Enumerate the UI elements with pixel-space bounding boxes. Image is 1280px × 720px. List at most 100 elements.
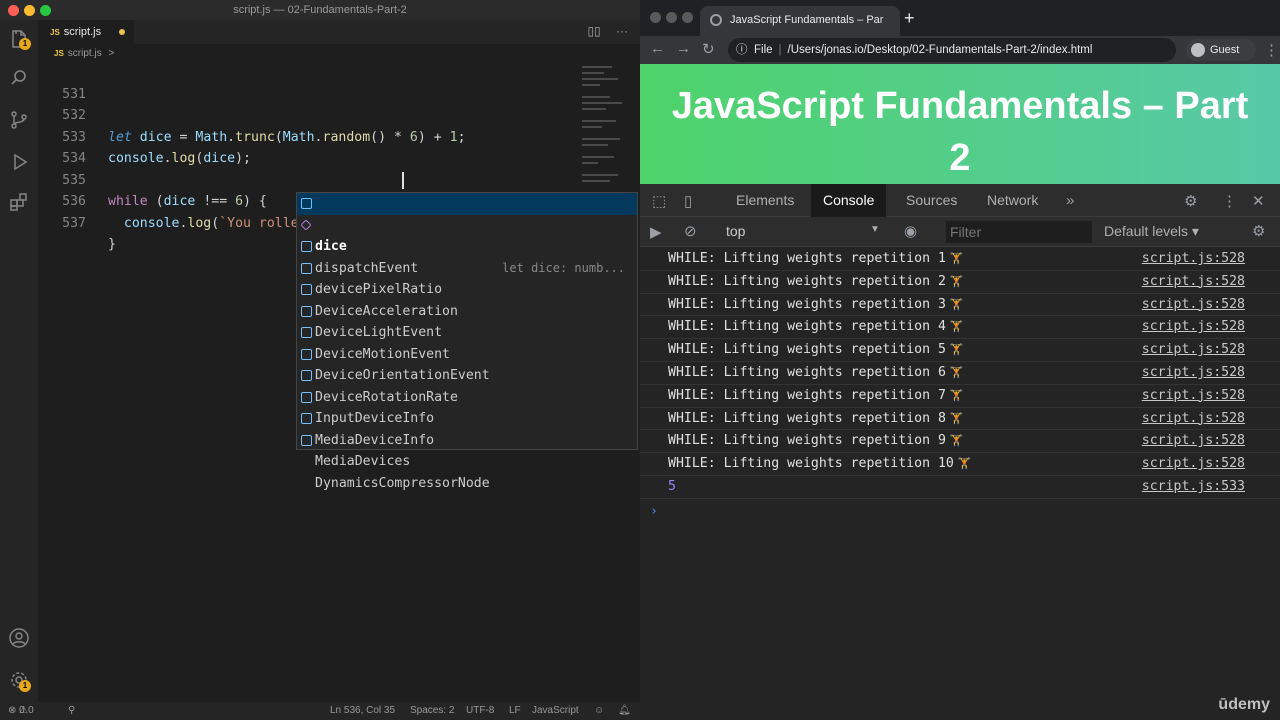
console-settings-gear-icon[interactable]: ⚙ (1252, 222, 1265, 240)
tab-script-js[interactable]: JS script.js (38, 20, 134, 44)
close-window-button[interactable] (8, 5, 19, 16)
unsaved-dot-icon[interactable] (119, 29, 125, 35)
log-levels-label: Default levels (1104, 223, 1189, 239)
menu-icon[interactable]: ⋮ (1264, 41, 1279, 59)
variable-icon (301, 198, 312, 209)
activity-bar: 1 1 (0, 20, 38, 702)
suggestion-item[interactable]: DeviceOrientationEvent (297, 322, 637, 383)
new-tab-button[interactable]: + (904, 8, 915, 29)
log-levels-dropdown[interactable]: Default levels ▾ (1104, 223, 1199, 240)
more-tabs-icon[interactable]: » (1066, 192, 1074, 209)
address-bar[interactable]: ⓘ File |/Users/jonas.io/Desktop/02-Fundam… (728, 38, 1176, 62)
suggestion-item[interactable]: DynamicsCompressorNode (297, 430, 637, 491)
source-link[interactable]: script.js:528 (1142, 273, 1245, 291)
message-body: WHILE: Lifting weights repetition 2 (668, 273, 946, 289)
minimize-window-button[interactable] (24, 5, 35, 16)
warning-count: 0 (28, 705, 34, 716)
error-count: 0 (19, 705, 25, 716)
breadcrumb-file[interactable]: script.js (68, 48, 102, 59)
run-debug-icon[interactable] (7, 150, 31, 174)
code-line: 536 console.log(`You rolled a ${dice}`) (38, 170, 578, 231)
device-toolbar-icon[interactable]: ▯ (684, 192, 692, 210)
settings-gear-icon[interactable]: ⚙ (1184, 192, 1197, 210)
line-endings[interactable]: LF (509, 702, 521, 720)
suggestion-item[interactable]: MediaDeviceInfo (297, 387, 637, 448)
source-link[interactable]: script.js:528 (1142, 410, 1245, 428)
source-link[interactable]: script.js:528 (1142, 364, 1245, 382)
browser-toolbar: ← → ↻ ⓘ File |/Users/jonas.io/Desktop/02-… (640, 36, 1280, 64)
minimize-window-button[interactable] (666, 12, 677, 23)
problems-indicator[interactable]: ⊗ 0 ⚠ 0 (8, 702, 34, 720)
notifications-icon[interactable]: 🔔︎ (618, 702, 631, 720)
accounts-icon[interactable] (7, 626, 31, 650)
profile-button[interactable]: Guest (1186, 39, 1256, 61)
suggestion-item[interactable]: DeviceRotationRate (297, 344, 637, 405)
more-actions-icon[interactable]: ··· (616, 24, 628, 38)
source-link[interactable]: script.js:528 (1142, 455, 1245, 473)
suggestion-item[interactable]: DeviceMotionEvent (297, 301, 637, 362)
breadcrumb-separator: > (108, 48, 115, 59)
variable-icon (301, 413, 312, 424)
tab-elements[interactable]: Elements (724, 184, 806, 217)
tab-network[interactable]: Network (975, 184, 1050, 217)
message-number: 5 (668, 479, 676, 494)
source-link[interactable]: script.js:528 (1142, 387, 1245, 405)
reload-icon[interactable]: ↻ (702, 40, 715, 58)
maximize-window-button[interactable] (40, 5, 51, 16)
source-link[interactable]: script.js:528 (1142, 250, 1245, 268)
source-link[interactable]: script.js:528 (1142, 432, 1245, 450)
live-share-icon[interactable]: ⚲ (68, 702, 75, 720)
code-line: 531 (38, 62, 578, 102)
close-devtools-icon[interactable]: ✕ (1252, 192, 1265, 210)
suggestion-item[interactable]: dice let dice: numb... (297, 193, 637, 275)
suggestion-item[interactable]: InputDeviceInfo (297, 365, 637, 426)
console-filter-input[interactable] (946, 221, 1092, 243)
caret-down-icon[interactable]: ▼ (870, 224, 880, 235)
eye-icon[interactable]: ◉ (904, 222, 917, 240)
suggestion-item[interactable]: dispatchEvent (297, 215, 637, 276)
close-window-button[interactable] (650, 12, 661, 23)
split-editor-icon[interactable]: ▯▯ (587, 24, 600, 38)
language-mode[interactable]: JavaScript (532, 702, 579, 720)
suggestion-item[interactable]: DeviceAcceleration (297, 258, 637, 319)
maximize-window-button[interactable] (682, 12, 693, 23)
suggestion-item[interactable]: MediaDevices (297, 408, 637, 469)
source-link[interactable]: script.js:528 (1142, 341, 1245, 359)
encoding[interactable]: UTF-8 (466, 702, 494, 720)
message-body: WHILE: Lifting weights repetition 8 (668, 410, 946, 426)
info-icon[interactable]: ⓘ (736, 38, 748, 62)
variable-icon (301, 327, 312, 338)
weightlifter-emoji: 🏋 (949, 297, 964, 311)
indentation[interactable]: Spaces: 2 (410, 702, 454, 720)
source-link[interactable]: script.js:528 (1142, 296, 1245, 314)
console-message: WHILE: Lifting weights repetition 10 🏋 sc… (640, 453, 1280, 476)
extensions-icon[interactable] (7, 190, 31, 214)
clear-console-icon[interactable]: ⊘ (684, 222, 697, 240)
feedback-icon[interactable]: ☺ (594, 702, 604, 720)
back-icon[interactable]: ← (650, 40, 665, 57)
message-text: WHILE: Lifting weights repetition 6 🏋 (668, 364, 964, 382)
inspect-element-icon[interactable]: ⬚ (652, 192, 666, 210)
more-options-icon[interactable]: ⋮ (1222, 192, 1237, 210)
message-text: WHILE: Lifting weights repetition 2 🏋 (668, 273, 964, 291)
variable-icon (301, 391, 312, 403)
tab-sources[interactable]: Sources (894, 184, 969, 217)
source-link[interactable]: script.js:533 (1142, 478, 1245, 496)
browser-tab[interactable]: JavaScript Fundamentals – Par (700, 6, 900, 36)
console-prompt[interactable]: › (650, 504, 658, 519)
source-control-icon[interactable] (7, 108, 31, 132)
suggestion-item[interactable]: devicePixelRatio (297, 236, 637, 297)
tab-console[interactable]: Console (811, 184, 887, 217)
devtools-panel: ⬚ ▯ Elements Console Sources Network » ⚙… (640, 184, 1280, 720)
vscode-window: script.js — 02-Fundamentals-Part-2 1 1 J… (0, 0, 640, 720)
weightlifter-emoji: 🏋 (949, 320, 964, 334)
context-selector[interactable]: top (726, 223, 745, 239)
cursor-position[interactable]: Ln 536, Col 35 (330, 702, 395, 720)
suggestion-item[interactable]: DeviceLightEvent (297, 279, 637, 340)
search-icon[interactable] (7, 66, 31, 90)
sidebar-toggle-icon[interactable]: ▶︎ (650, 223, 662, 241)
weightlifter-emoji: 🏋 (949, 434, 964, 448)
source-link[interactable]: script.js:528 (1142, 318, 1245, 336)
forward-icon[interactable]: → (676, 40, 691, 57)
message-body: WHILE: Lifting weights repetition 1 (668, 251, 946, 266)
